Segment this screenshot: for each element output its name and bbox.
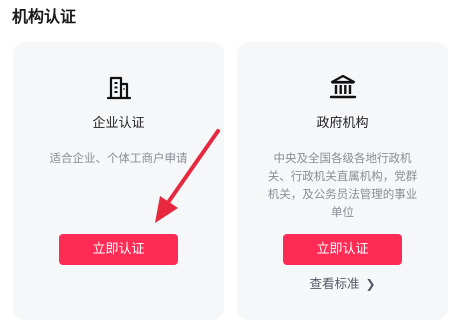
view-standard-label: 查看标准 bbox=[309, 276, 360, 291]
chevron-right-icon: ❯ bbox=[365, 277, 376, 291]
government-building-icon bbox=[329, 74, 356, 99]
government-card: 政府机构 中央及全国各级各地行政机关、行政机关直属机构，党群机关，及公务员法管理… bbox=[237, 42, 448, 320]
enterprise-card-description: 适合企业、个体工商户申请 bbox=[49, 151, 188, 165]
view-standard-link[interactable]: 查看标准 ❯ bbox=[237, 274, 448, 294]
page-title: 机构认证 bbox=[12, 7, 77, 26]
government-certify-button[interactable]: 立即认证 bbox=[283, 234, 402, 265]
building-icon bbox=[106, 76, 131, 100]
enterprise-certify-button[interactable]: 立即认证 bbox=[59, 234, 178, 265]
enterprise-card: 企业认证 适合企业、个体工商户申请 立即认证 bbox=[13, 42, 224, 320]
government-card-title: 政府机构 bbox=[316, 116, 369, 131]
enterprise-card-title: 企业认证 bbox=[92, 116, 145, 131]
government-card-description: 中央及全国各级各地行政机关、行政机关直属机构，党群机关，及公务员法管理的事业单位 bbox=[267, 151, 418, 219]
page: 机构认证 企业认证 适合企业、个体工商户申请 立即认证 政府机构 中央及全国各级… bbox=[0, 0, 459, 327]
